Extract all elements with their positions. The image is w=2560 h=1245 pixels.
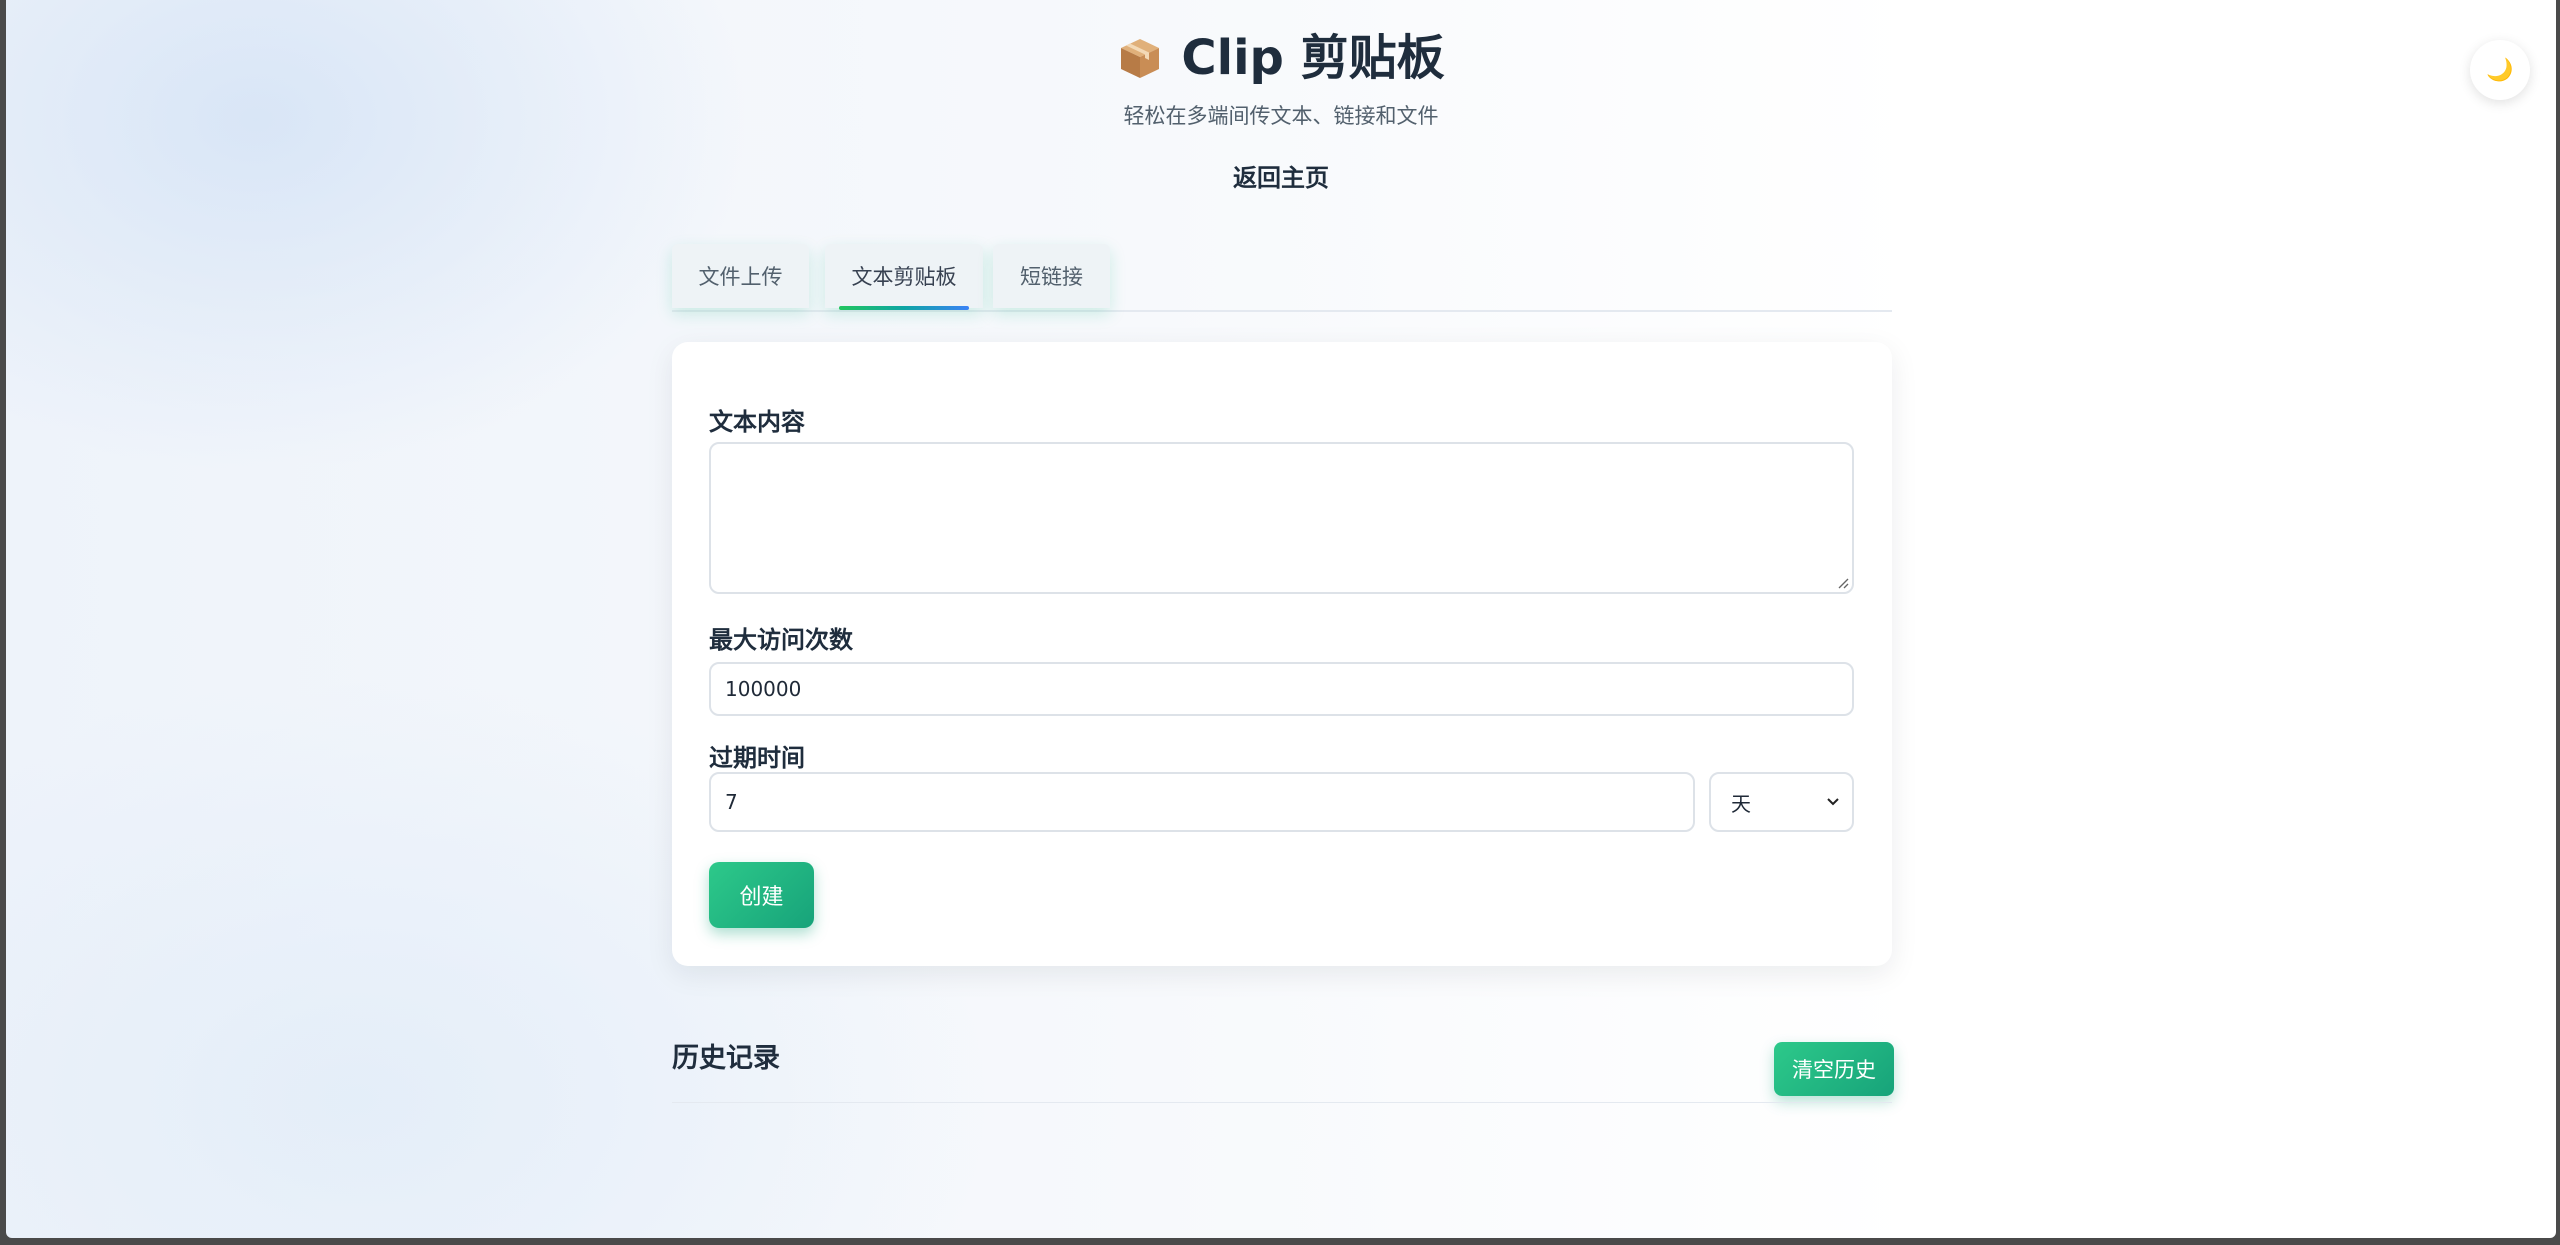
history-divider bbox=[672, 1102, 1892, 1103]
page-header: Clip 剪贴板 轻松在多端间传文本、链接和文件 返回主页 bbox=[6, 26, 2556, 193]
clear-history-button[interactable]: 清空历史 bbox=[1774, 1042, 1894, 1096]
package-box-icon bbox=[1121, 39, 1160, 78]
expire-time-label: 过期时间 bbox=[709, 744, 805, 772]
text-content-textarea[interactable] bbox=[709, 442, 1854, 594]
resize-grip-icon[interactable] bbox=[1837, 577, 1849, 589]
tab-short-link[interactable]: 短链接 bbox=[993, 244, 1110, 308]
max-visits-label: 最大访问次数 bbox=[709, 626, 853, 654]
text-content-label: 文本内容 bbox=[709, 408, 805, 436]
expire-unit-value: 天 bbox=[1731, 791, 1751, 816]
home-link[interactable]: 返回主页 bbox=[1233, 158, 1329, 193]
page-title: Clip 剪贴板 bbox=[1117, 26, 1445, 90]
clipboard-form-card: 文本内容 最大访问次数 100000 过期时间 7 天 创建 bbox=[672, 342, 1892, 966]
expire-unit-select[interactable]: 天 bbox=[1709, 772, 1854, 832]
moon-icon: 🌙 bbox=[2486, 57, 2514, 83]
theme-toggle-button[interactable]: 🌙 bbox=[2470, 40, 2530, 100]
page-subtitle: 轻松在多端间传文本、链接和文件 bbox=[1123, 104, 1439, 128]
tab-file-upload[interactable]: 文件上传 bbox=[672, 244, 809, 308]
expire-time-input[interactable]: 7 bbox=[709, 772, 1695, 832]
tab-text-clipboard[interactable]: 文本剪贴板 bbox=[825, 244, 983, 310]
tab-bar: 文件上传 文本剪贴板 短链接 bbox=[672, 244, 1892, 312]
page-title-text: Clip 剪贴板 bbox=[1181, 30, 1445, 86]
browser-viewport: Clip 剪贴板 轻松在多端间传文本、链接和文件 返回主页 🌙 文件上传 文本剪… bbox=[6, 0, 2556, 1238]
chevron-down-icon bbox=[1827, 798, 1839, 806]
history-title: 历史记录 bbox=[672, 1043, 780, 1074]
create-button[interactable]: 创建 bbox=[709, 862, 814, 928]
max-visits-input[interactable]: 100000 bbox=[709, 662, 1854, 716]
